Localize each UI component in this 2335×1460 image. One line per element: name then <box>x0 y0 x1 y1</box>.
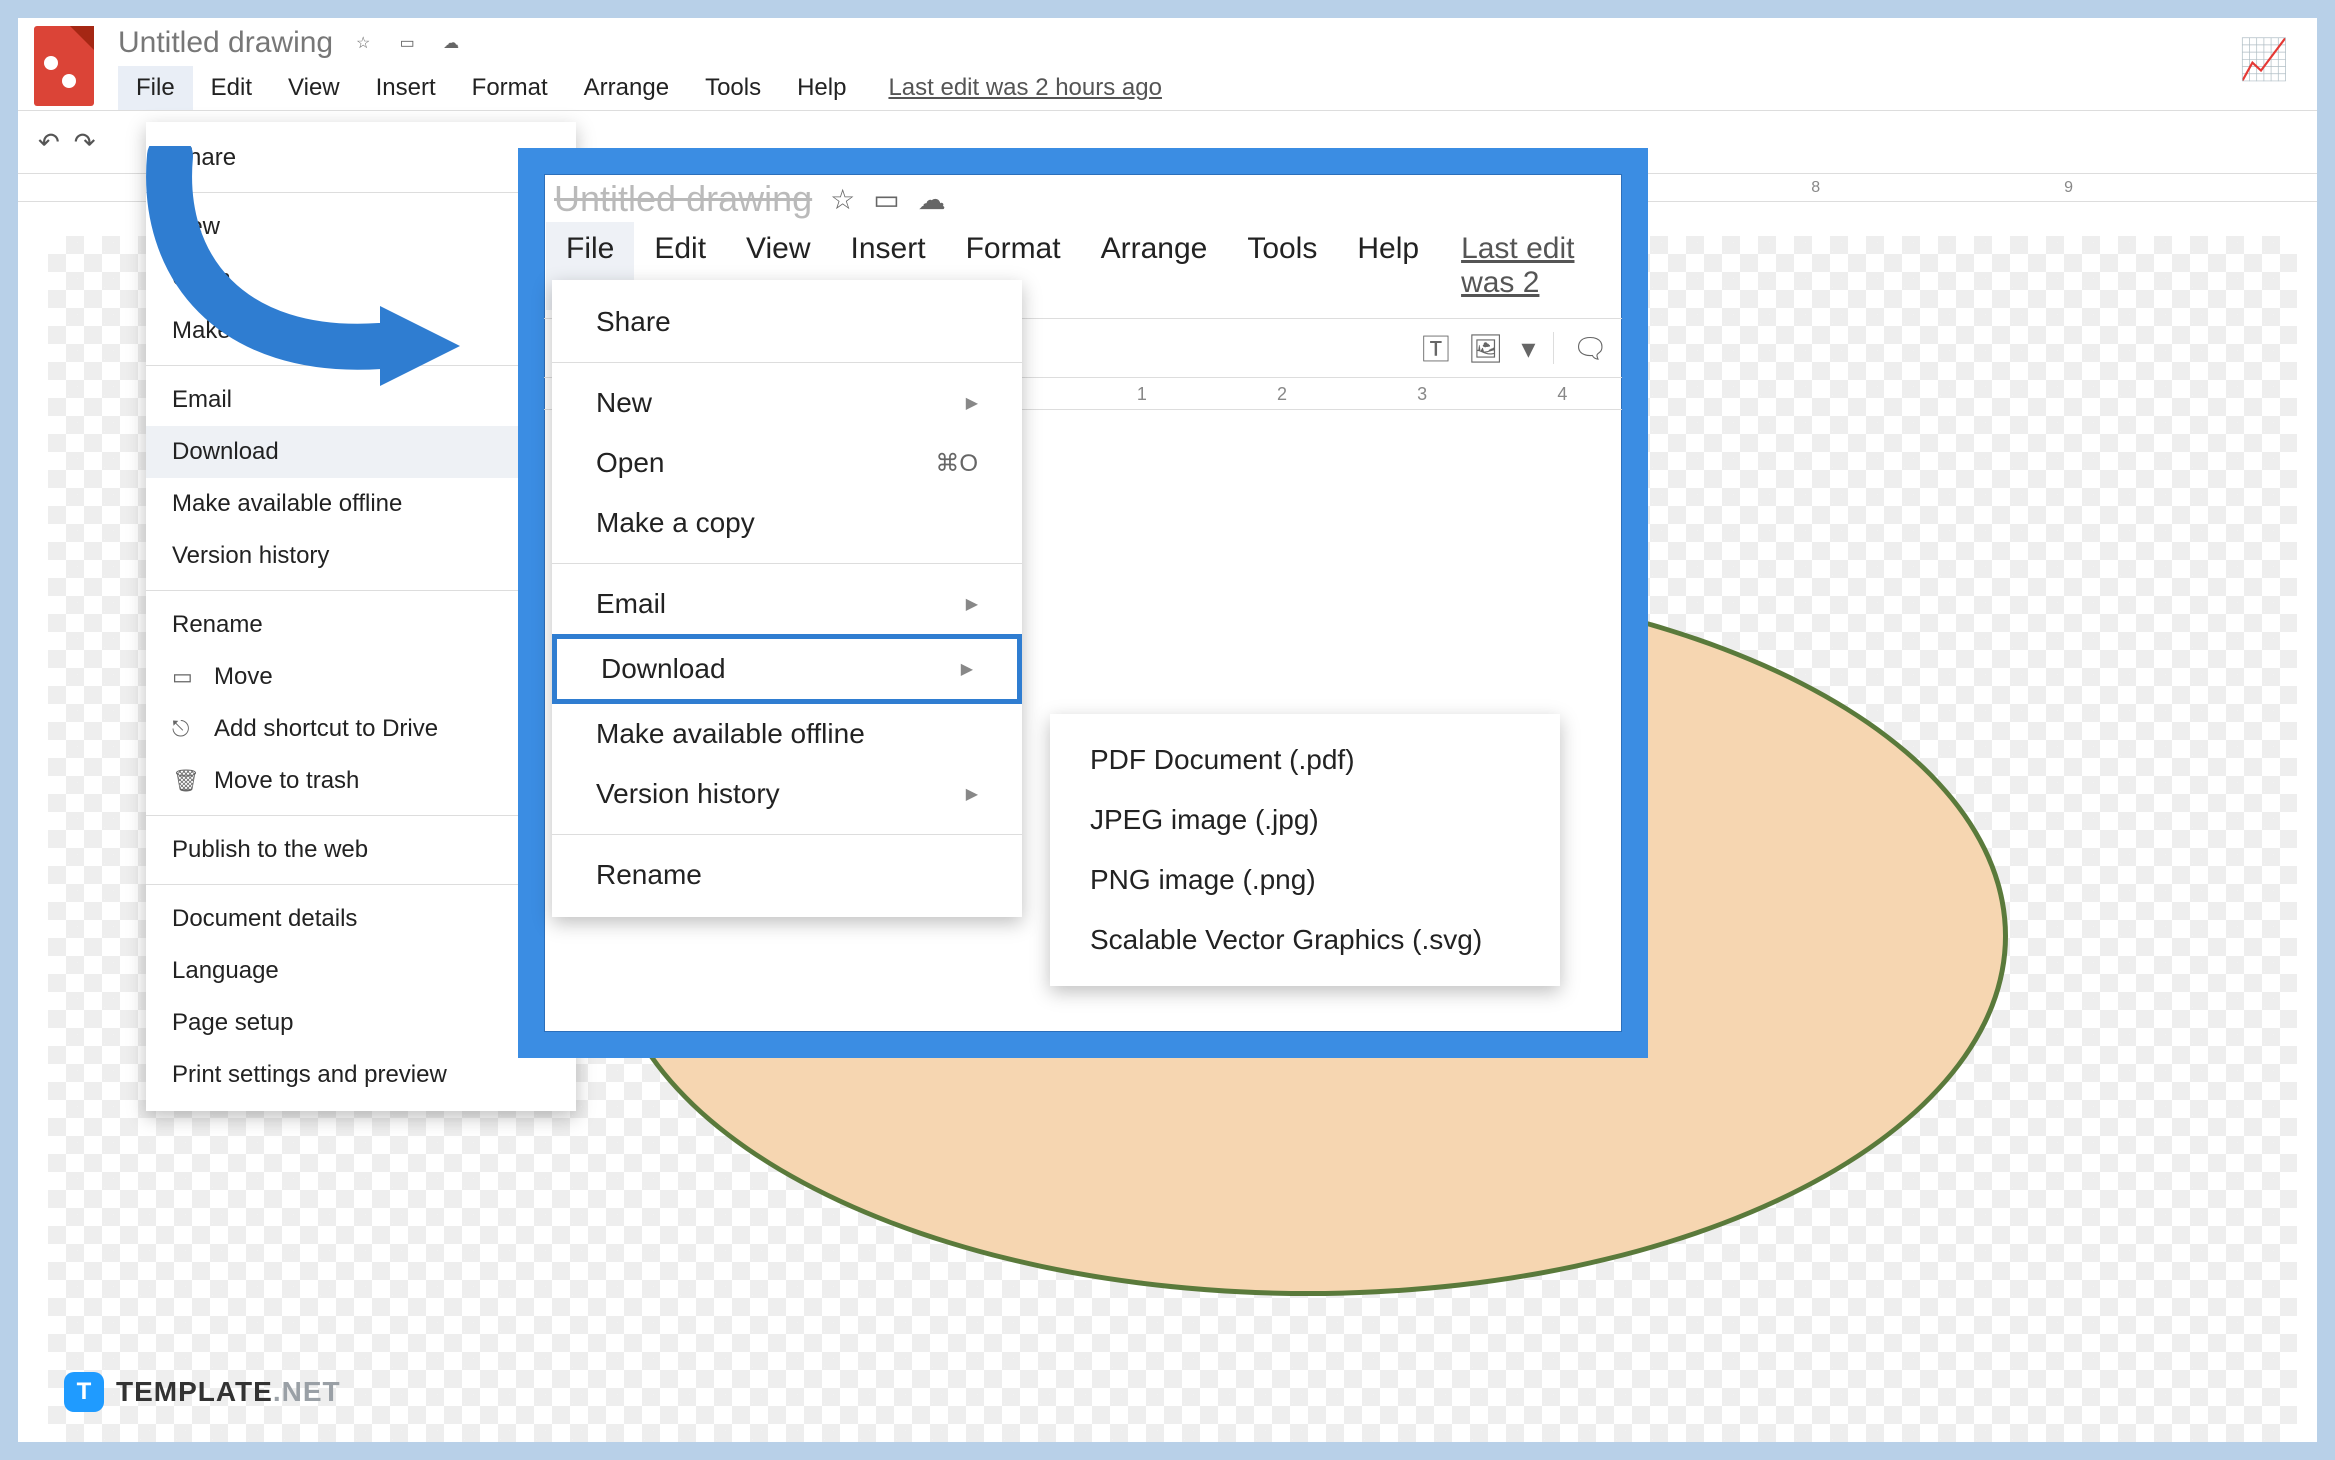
ruler-tick: 9 <box>2064 179 2073 197</box>
watermark-brand: TEMPLATE <box>116 1376 273 1407</box>
watermark-ext: .NET <box>273 1376 341 1407</box>
file-share[interactable]: Share <box>552 292 1022 352</box>
menu-tools[interactable]: Tools <box>1227 222 1337 310</box>
redo-icon[interactable]: ↷ <box>74 127 96 158</box>
dropdown-caret-icon[interactable]: ▾ <box>1521 332 1535 365</box>
keyboard-shortcut: ⌘O <box>935 449 978 478</box>
watermark: T TEMPLATE.NET <box>64 1372 341 1412</box>
menu-help[interactable]: Help <box>1337 222 1439 310</box>
submenu-arrow-icon: ▶ <box>966 594 978 614</box>
ruler-tick: 3 <box>1417 384 1427 405</box>
submenu-arrow-icon: ▶ <box>961 659 973 679</box>
file-move[interactable]: ▭Move <box>146 651 576 703</box>
download-submenu: PDF Document (.pdf) JPEG image (.jpg) PN… <box>1050 714 1560 986</box>
file-rename[interactable]: Rename <box>146 599 576 651</box>
ruler-tick: 1 <box>1137 384 1147 405</box>
callout-file-dropdown: Share New▶ Open⌘O Make a copy Email▶ Dow… <box>552 280 1022 917</box>
comment-icon[interactable]: 🗨 <box>1572 332 1608 365</box>
menubar: File Edit View Insert Format Arrange Too… <box>118 66 2301 110</box>
file-version-history[interactable]: Version history▶ <box>552 764 1022 824</box>
file-language[interactable]: Language▶ <box>146 945 576 997</box>
trash-icon: 🗑 <box>172 768 200 794</box>
ruler-tick: 2 <box>1277 384 1287 405</box>
menu-insert[interactable]: Insert <box>358 66 454 110</box>
title-bar: Untitled drawing ☆ ▭ ☁ File Edit View In… <box>18 18 2317 110</box>
tutorial-callout: Untitled drawing ☆ ▭ ☁ File Edit View In… <box>518 148 1648 1058</box>
folder-move-icon: ▭ <box>172 664 200 690</box>
file-new[interactable]: New▶ <box>552 373 1022 433</box>
download-jpg[interactable]: JPEG image (.jpg) <box>1050 790 1560 850</box>
submenu-arrow-icon: ▶ <box>966 784 978 804</box>
watermark-badge-icon: T <box>64 1372 104 1412</box>
file-page-setup[interactable]: Page setup <box>146 997 576 1049</box>
move-to-folder-icon[interactable]: ▭ <box>873 183 899 216</box>
file-add-shortcut[interactable]: ⎋Add shortcut to Drive <box>146 703 576 755</box>
file-rename[interactable]: Rename <box>552 845 1022 905</box>
download-pdf[interactable]: PDF Document (.pdf) <box>1050 730 1560 790</box>
last-edit-link[interactable]: Last edit was 2 <box>1461 222 1620 310</box>
menu-arrange[interactable]: Arrange <box>566 66 687 110</box>
file-offline[interactable]: Make available offline <box>146 478 576 530</box>
file-email[interactable]: Email▶ <box>552 574 1022 634</box>
annotation-arrow-icon <box>130 146 470 426</box>
file-make-copy[interactable]: Make a copy <box>552 493 1022 553</box>
menu-tools[interactable]: Tools <box>687 66 779 110</box>
download-svg[interactable]: Scalable Vector Graphics (.svg) <box>1050 910 1560 970</box>
undo-icon[interactable]: ↶ <box>38 127 60 158</box>
menu-edit[interactable]: Edit <box>193 66 270 110</box>
textbox-icon[interactable]: 🅃 <box>1422 328 1450 368</box>
file-download[interactable]: Download▶ <box>552 634 1022 704</box>
app-logo-icon <box>34 26 94 106</box>
move-to-folder-icon[interactable]: ▭ <box>393 29 421 57</box>
file-download[interactable]: Download▶ <box>146 426 576 478</box>
menu-arrange[interactable]: Arrange <box>1081 222 1228 310</box>
last-edit-link[interactable]: Last edit was 2 hours ago <box>888 66 1162 110</box>
ruler-tick: 8 <box>1811 179 1820 197</box>
file-open[interactable]: Open⌘O <box>552 433 1022 493</box>
cloud-status-icon: ☁ <box>918 183 946 216</box>
file-publish[interactable]: Publish to the web <box>146 824 576 876</box>
file-version-history[interactable]: Version history▶ <box>146 530 576 582</box>
menu-view[interactable]: View <box>270 66 358 110</box>
download-png[interactable]: PNG image (.png) <box>1050 850 1560 910</box>
callout-doc-title: Untitled drawing <box>554 178 812 220</box>
image-icon[interactable]: 🖼 <box>1468 332 1504 365</box>
star-icon[interactable]: ☆ <box>349 29 377 57</box>
ruler-tick: 4 <box>1557 384 1567 405</box>
app-window: Untitled drawing ☆ ▭ ☁ File Edit View In… <box>18 18 2317 1442</box>
file-offline[interactable]: Make available offline <box>552 704 1022 764</box>
menu-help[interactable]: Help <box>779 66 864 110</box>
drive-shortcut-icon: ⎋ <box>172 716 200 742</box>
menu-format[interactable]: Format <box>454 66 566 110</box>
star-icon[interactable]: ☆ <box>830 183 855 216</box>
file-trash[interactable]: 🗑Move to trash <box>146 755 576 807</box>
file-print-preview[interactable]: Print settings and preview <box>146 1049 576 1101</box>
cloud-status-icon: ☁ <box>437 29 465 57</box>
file-details[interactable]: Document details <box>146 893 576 945</box>
document-title[interactable]: Untitled drawing <box>118 26 333 60</box>
submenu-arrow-icon: ▶ <box>966 393 978 413</box>
menu-file[interactable]: File <box>118 66 193 110</box>
activity-icon[interactable]: 📈 <box>2239 36 2289 83</box>
